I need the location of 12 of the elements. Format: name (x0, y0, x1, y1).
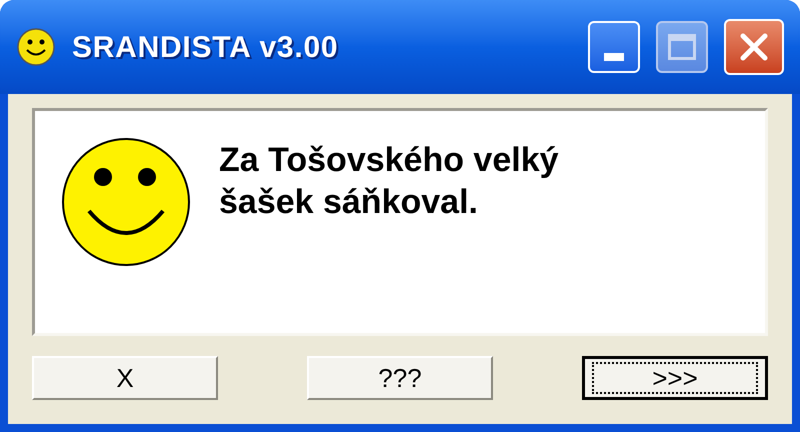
minimize-button[interactable] (588, 21, 640, 73)
message-text: Za Tošovského velký šašek sáňkoval. (219, 140, 559, 223)
close-button[interactable] (724, 19, 784, 75)
window-title: SRANDISTA v3.00 (72, 30, 338, 66)
dialog-button[interactable]: >>> (582, 356, 768, 400)
minimize-icon (604, 53, 624, 61)
dialog-button[interactable]: ??? (307, 356, 493, 400)
dialog-button[interactable]: X (32, 356, 218, 400)
close-icon (739, 32, 769, 62)
smiley-icon (16, 27, 56, 67)
maximize-icon (668, 34, 696, 60)
smiley-face-icon (61, 137, 191, 267)
